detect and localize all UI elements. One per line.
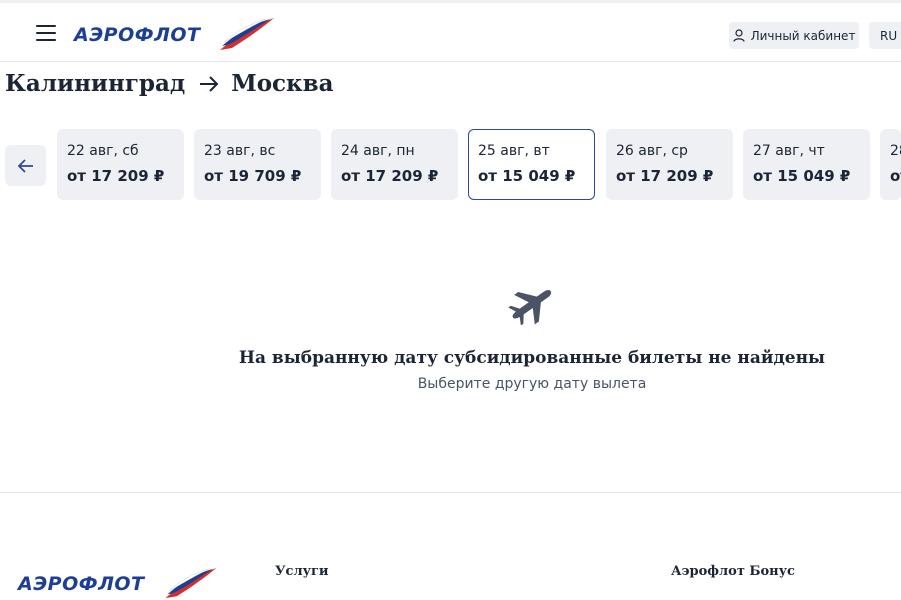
date-card-date: 26 авг, ср bbox=[616, 143, 688, 159]
date-card-date: 22 авг, сб bbox=[67, 143, 139, 159]
date-card[interactable]: 26 авг, ср от 17 209 ₽ bbox=[606, 129, 733, 200]
route-from: Калининград bbox=[5, 70, 186, 97]
user-icon bbox=[732, 29, 745, 42]
date-card-price: от 15 049 ₽ bbox=[478, 167, 576, 185]
date-card[interactable]: 27 авг, чт от 15 049 ₽ bbox=[743, 129, 870, 200]
date-card-selected[interactable]: 25 авг, вт от 15 049 ₽ bbox=[468, 129, 595, 200]
aeroflot-logo[interactable]: АЭРОФЛОТ bbox=[72, 16, 278, 54]
arrow-right-icon bbox=[199, 75, 219, 92]
top-header: АЭРОФЛОТ Личный кабинет RU bbox=[0, 0, 901, 62]
footer-aeroflot-logo[interactable]: АЭРОФЛОТ bbox=[16, 566, 222, 600]
date-card-price: от 17 209 ₽ bbox=[616, 167, 714, 185]
date-card[interactable]: 22 авг, сб от 17 209 ₽ bbox=[57, 129, 184, 200]
language-label: RU bbox=[880, 28, 898, 43]
date-card-price: от 15 049 ₽ bbox=[753, 167, 851, 185]
empty-state-title: На выбранную дату субсидированные билеты… bbox=[238, 348, 826, 368]
personal-cabinet-label: Личный кабинет bbox=[750, 28, 856, 43]
personal-cabinet-button[interactable]: Личный кабинет bbox=[729, 22, 859, 49]
date-card-price: от 19 709 ₽ bbox=[204, 167, 302, 185]
date-card-price: от 17 209 ₽ bbox=[890, 167, 901, 185]
previous-dates-button[interactable] bbox=[5, 145, 46, 186]
hamburger-menu-icon[interactable] bbox=[36, 25, 56, 41]
route-title: Калининград Москва bbox=[5, 70, 334, 97]
date-card[interactable]: 28 авг, пт от 17 209 ₽ bbox=[880, 129, 901, 200]
date-card[interactable]: 24 авг, пн от 17 209 ₽ bbox=[331, 129, 458, 200]
date-card-price: от 17 209 ₽ bbox=[67, 167, 165, 185]
empty-state-subtitle: Выберите другую дату вылета bbox=[417, 376, 647, 392]
date-card-date: 23 авг, вс bbox=[204, 143, 276, 159]
language-button[interactable]: RU bbox=[869, 22, 901, 49]
footer-divider bbox=[0, 492, 901, 493]
footer-logo-text: АЭРОФЛОТ bbox=[18, 573, 145, 595]
logo-wing-icon bbox=[220, 18, 274, 50]
date-card-date: 25 авг, вт bbox=[478, 143, 550, 159]
arrow-left-icon bbox=[17, 158, 33, 173]
date-card-date: 24 авг, пн bbox=[341, 143, 415, 159]
date-card-price: от 17 209 ₽ bbox=[341, 167, 439, 185]
airplane-icon bbox=[505, 285, 557, 329]
footer-logo-wing-icon bbox=[165, 567, 217, 599]
route-to: Москва bbox=[231, 70, 334, 97]
date-card[interactable]: 23 авг, вс от 19 709 ₽ bbox=[194, 129, 321, 200]
date-card-date: 27 авг, чт bbox=[753, 143, 825, 159]
footer-bonus-title[interactable]: Аэрофлот Бонус bbox=[671, 564, 795, 579]
footer-services-title[interactable]: Услуги bbox=[275, 564, 329, 579]
date-card-date: 28 авг, пт bbox=[890, 143, 901, 159]
logo-text: АЭРОФЛОТ bbox=[74, 24, 201, 46]
